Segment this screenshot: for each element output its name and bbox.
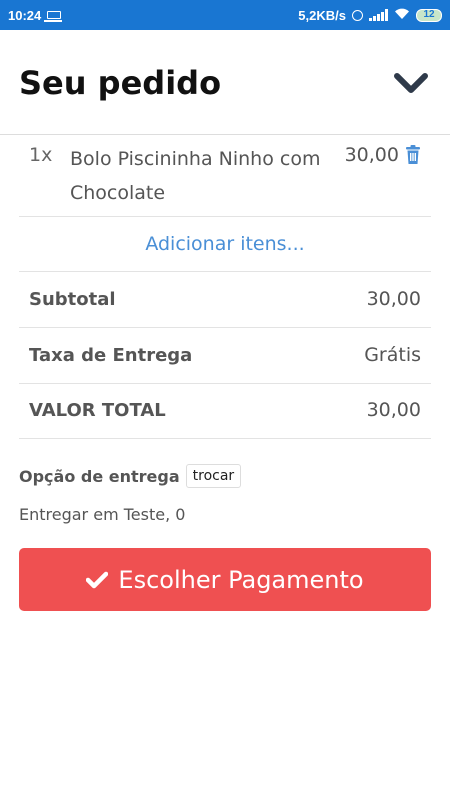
item-name: Bolo Piscininha Ninho com Chocolate — [70, 148, 321, 204]
subtotal-row: Subtotal 30,00 — [19, 272, 431, 328]
delivery-fee-row: Taxa de Entrega Grátis — [19, 328, 431, 384]
delivery-option-label: Opção de entrega — [19, 466, 180, 486]
choose-payment-label: Escolher Pagamento — [118, 565, 364, 594]
trash-icon[interactable] — [405, 145, 421, 165]
delivery-fee-value: Grátis — [364, 344, 421, 366]
subtotal-label: Subtotal — [29, 289, 116, 310]
total-row: VALOR TOTAL 30,00 — [19, 383, 431, 439]
add-items-link[interactable]: Adicionar itens... — [145, 233, 304, 255]
delivery-fee-label: Taxa de Entrega — [29, 345, 193, 366]
total-value: 30,00 — [366, 399, 421, 421]
add-items-row: Adicionar itens... — [19, 217, 431, 272]
order-header: Seu pedido — [0, 30, 450, 135]
battery-icon: 12 — [416, 8, 442, 22]
status-time: 10:24 — [8, 7, 42, 23]
choose-payment-button[interactable]: Escolher Pagamento — [19, 548, 431, 611]
check-icon — [86, 571, 109, 588]
page-title: Seu pedido — [19, 64, 222, 102]
cart-item-row: 1x Bolo Piscininha Ninho com Chocolate 3… — [19, 136, 431, 217]
status-bar: 10:24 5,2KB/s 12 — [0, 0, 450, 30]
signal-icon — [369, 9, 388, 21]
network-speed: 5,2KB/s — [298, 7, 346, 23]
laptop-icon — [44, 11, 63, 22]
total-label: VALOR TOTAL — [29, 400, 166, 421]
chevron-down-icon[interactable] — [394, 72, 428, 96]
subtotal-value: 30,00 — [366, 288, 421, 310]
item-price: 30,00 — [344, 144, 399, 166]
delivery-address: Entregar em Teste, 0 — [19, 505, 186, 524]
delivery-option: Opção de entrega trocar — [19, 464, 242, 488]
change-delivery-button[interactable]: trocar — [185, 464, 242, 488]
alarm-icon — [352, 9, 363, 21]
item-quantity: 1x — [29, 144, 53, 166]
wifi-icon — [394, 8, 410, 22]
